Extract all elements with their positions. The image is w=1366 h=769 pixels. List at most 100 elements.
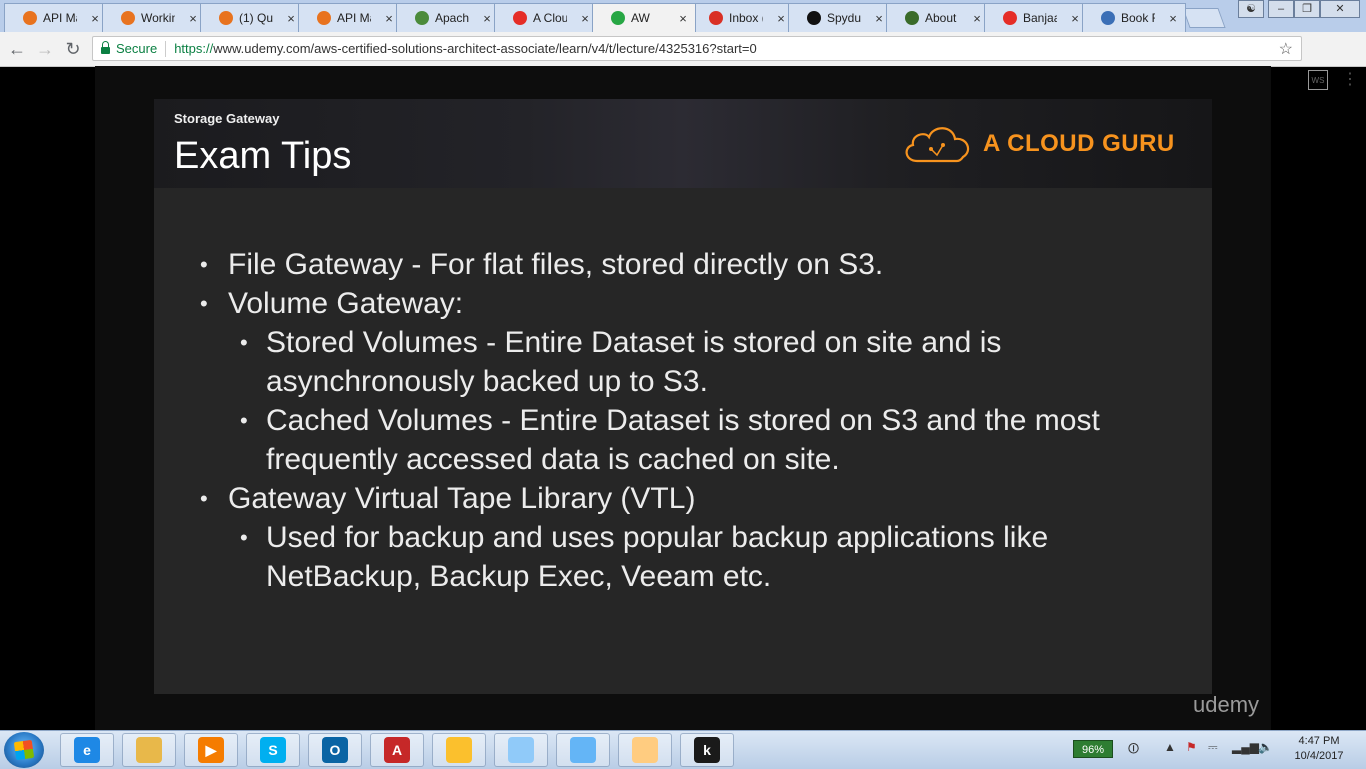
power-plug-icon[interactable]: ⏼ <box>1128 740 1139 757</box>
tab-label: Apache <box>435 11 469 25</box>
tab-close-icon[interactable]: × <box>481 11 493 26</box>
orange-circle-icon <box>317 11 331 25</box>
battery-indicator[interactable]: 96% <box>1073 740 1113 758</box>
volume-icon[interactable]: 🔈 <box>1258 740 1273 754</box>
browser-toolbar: ← → ↻ Secure https://www.udemy.com/aws-c… <box>0 32 1366 90</box>
browser-tab[interactable]: (1) Qui × <box>200 3 304 32</box>
tab-close-icon[interactable]: × <box>383 11 395 26</box>
forward-button[interactable]: → <box>34 38 56 60</box>
truck-icon <box>905 11 919 25</box>
taskbar-app-button[interactable]: O <box>308 733 362 767</box>
tab-label: Inbox ( <box>729 11 763 25</box>
browser-tab[interactable]: About × <box>886 3 990 32</box>
browser-tab[interactable]: Spydus × <box>788 3 892 32</box>
youtube-icon <box>1003 11 1017 25</box>
tab-label: Book F <box>1121 11 1155 25</box>
extension-button[interactable]: WS <box>1308 70 1328 90</box>
bullet-item: File Gateway - For flat files, stored di… <box>200 245 1200 284</box>
browser-tab[interactable]: Apache × <box>396 3 500 32</box>
tab-close-icon[interactable]: × <box>873 11 885 26</box>
new-tab-button[interactable] <box>1182 8 1226 28</box>
tab-label: Banjaa <box>1023 11 1057 25</box>
browser-tab[interactable]: Book F × <box>1082 3 1186 32</box>
orange-circle-icon <box>219 11 233 25</box>
media-player-icon: ▶ <box>198 737 224 763</box>
tab-close-icon[interactable]: × <box>971 11 983 26</box>
taskbar-app-button[interactable] <box>494 733 548 767</box>
explorer-icon <box>136 737 162 763</box>
profile-button[interactable]: ☯ <box>1238 0 1264 18</box>
taskbar-app-button[interactable]: k <box>680 733 734 767</box>
clock-time: 4:47 PM <box>1298 735 1340 747</box>
tab-label: API Ma <box>337 11 371 25</box>
reload-button[interactable]: ↻ <box>62 38 84 60</box>
ie-icon: e <box>74 737 100 763</box>
url-text[interactable]: https://www.udemy.com/aws-certified-solu… <box>174 41 757 56</box>
tab-close-icon[interactable]: × <box>579 11 591 26</box>
tab-close-icon[interactable]: × <box>187 11 199 26</box>
tab-close-icon[interactable]: × <box>1167 11 1179 26</box>
clock-date: 10/4/2017 <box>1294 750 1344 762</box>
udemy-watermark: udemy <box>1193 692 1260 717</box>
a-cloud-guru-logo: A CLOUD GURU <box>901 123 1175 165</box>
browser-tab[interactable]: Banjaa × <box>984 3 1088 32</box>
tab-close-icon[interactable]: × <box>285 11 297 26</box>
tab-close-icon[interactable]: × <box>89 11 101 26</box>
browser-tab[interactable]: Inbox ( × <box>690 3 794 32</box>
bullet-list: File Gateway - For flat files, stored di… <box>200 245 1200 596</box>
kindle-icon: k <box>694 737 720 763</box>
taskbar-app-button[interactable]: ▶ <box>184 733 238 767</box>
network-device-icon[interactable]: ⎓ <box>1208 740 1218 755</box>
address-bar[interactable]: Secure https://www.udemy.com/aws-certifi… <box>92 36 1302 61</box>
browser-tab[interactable]: Workin × <box>102 3 206 32</box>
action-center-icon[interactable]: ⚑ <box>1186 740 1197 754</box>
acrobat-icon: A <box>384 737 410 763</box>
gmail-icon <box>709 11 723 25</box>
secure-indicator[interactable]: Secure <box>101 41 157 56</box>
start-button[interactable] <box>4 732 44 768</box>
taskbar-app-button[interactable] <box>432 733 486 767</box>
bookmark-star-icon[interactable]: ☆ <box>1279 39 1293 59</box>
browser-tab[interactable]: API Ma × <box>298 3 402 32</box>
taskbar-app-button[interactable] <box>556 733 610 767</box>
youtube-icon <box>513 11 527 25</box>
bullet-item: Volume Gateway: <box>200 284 1200 323</box>
tab-label: AW <box>631 11 650 25</box>
taskbar-app-button[interactable]: A <box>370 733 424 767</box>
browser-tab[interactable]: AW × <box>592 3 696 32</box>
minimize-button[interactable]: – <box>1268 0 1294 18</box>
close-window-button[interactable]: ✕ <box>1320 0 1360 18</box>
lock-icon <box>101 41 110 54</box>
taskbar-app-button[interactable] <box>618 733 672 767</box>
notepad-icon <box>508 737 534 763</box>
sub-bullet-item: Stored Volumes - Entire Dataset is store… <box>200 323 1200 401</box>
tab-label: About <box>925 11 957 25</box>
orange-circle-icon <box>23 11 37 25</box>
taskbar-app-button[interactable] <box>122 733 176 767</box>
tab-close-icon[interactable]: × <box>775 11 787 26</box>
chrome-icon <box>446 737 472 763</box>
cloud-icon <box>905 127 970 163</box>
orange-circle-icon <box>121 11 135 25</box>
taskbar-app-button[interactable]: S <box>246 733 300 767</box>
system-clock[interactable]: 4:47 PM 10/4/2017 <box>1288 734 1350 764</box>
tab-label: Workin <box>141 11 175 25</box>
tab-close-icon[interactable]: × <box>677 11 689 26</box>
taskbar-app-button[interactable]: e <box>60 733 114 767</box>
feather-icon <box>415 11 429 25</box>
back-button[interactable]: ← <box>6 38 28 60</box>
browser-tab[interactable]: API Ma × <box>4 3 108 32</box>
tab-label: Spydus <box>827 11 861 25</box>
restore-button[interactable]: ❐ <box>1294 0 1320 18</box>
skype-icon: S <box>260 737 286 763</box>
outlook-icon: O <box>322 737 348 763</box>
tab-close-icon[interactable]: × <box>1069 11 1081 26</box>
chrome-menu-icon[interactable]: ⋮ <box>1342 70 1358 90</box>
show-hidden-icons-button[interactable]: ▲ <box>1164 740 1176 754</box>
browser-tab[interactable]: A Clou × <box>494 3 598 32</box>
tab-label: A Clou <box>533 11 567 25</box>
secure-label: Secure <box>116 41 158 56</box>
slide-header: Storage Gateway Exam Tips A CLOUD GURU <box>154 99 1212 188</box>
tab-label: API Ma <box>43 11 77 25</box>
signal-icon[interactable]: ▂▄▆ <box>1232 740 1259 754</box>
